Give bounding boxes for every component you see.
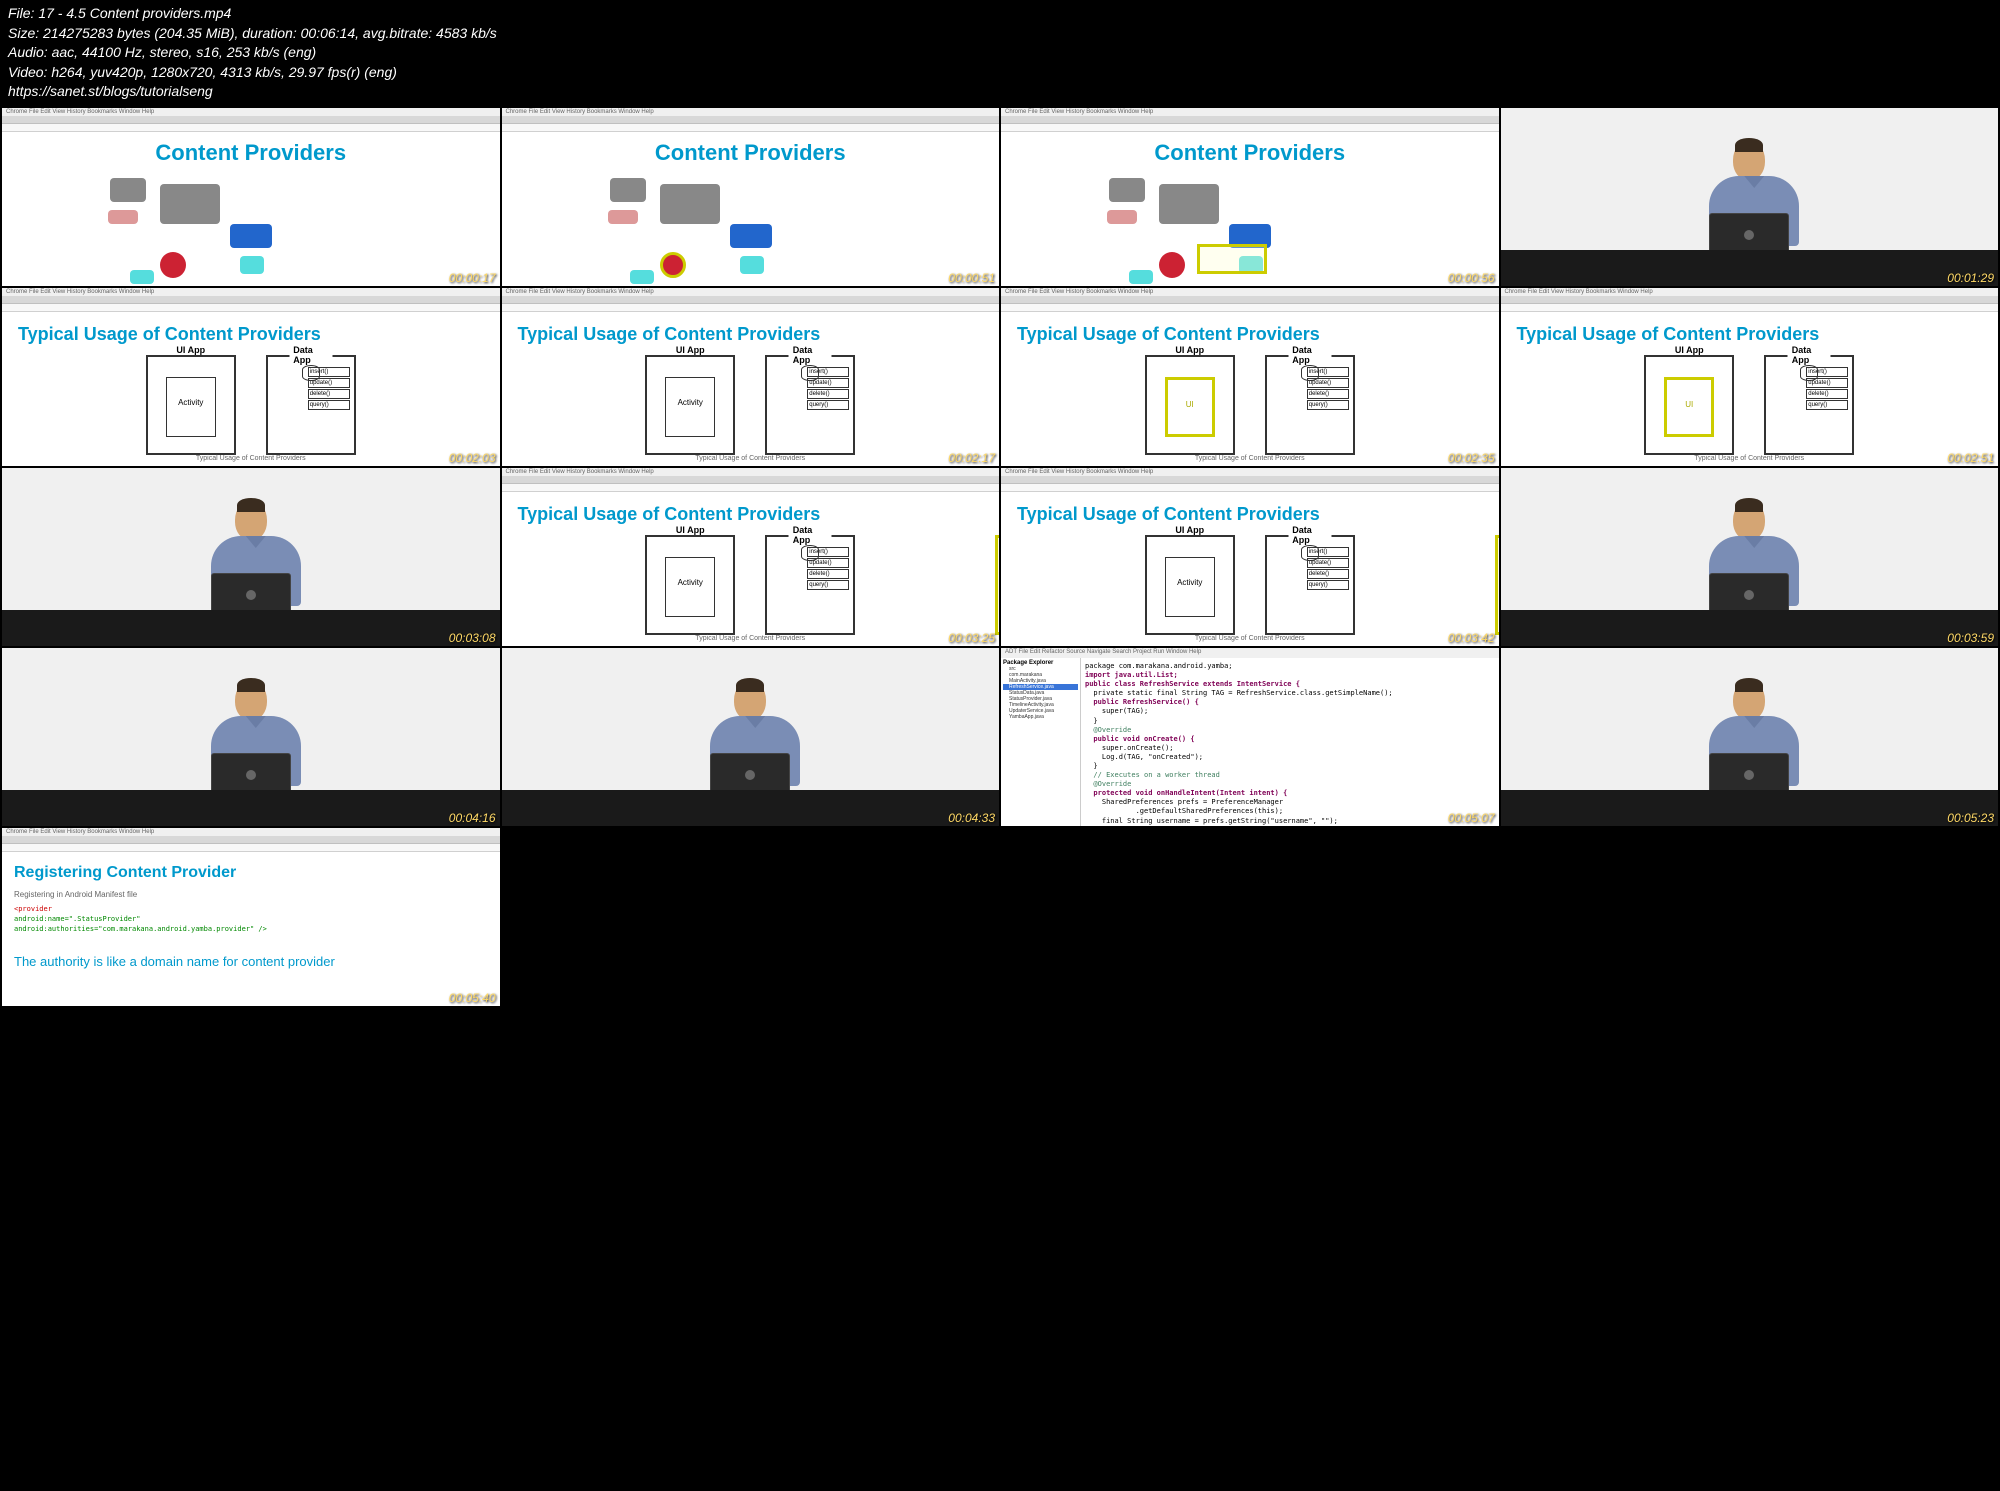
browser-chrome: Chrome File Edit View History Bookmarks … (502, 108, 1000, 132)
address-bar (2, 124, 500, 132)
thumbnail-14: 00:04:33 (502, 648, 1000, 826)
browser-chrome: Chrome File Edit View History Bookmarks … (2, 108, 500, 132)
code-line: super.onCreate(); (1085, 744, 1495, 753)
meta-audio: Audio: aac, 44100 Hz, stereo, s16, 253 k… (8, 43, 1992, 63)
code-line: Log.d(TAG, "onCreated"); (1085, 753, 1495, 762)
thumbnail-11: Chrome File Edit View History Bookmarks … (1001, 468, 1499, 646)
code-line: public void onCreate() { (1085, 735, 1495, 744)
code-line: } (1085, 762, 1495, 771)
thumbnail-6: Chrome File Edit View History Bookmarks … (502, 288, 1000, 466)
thumbnail-16: 00:05:23 (1501, 648, 1999, 826)
code-line: import java.util.List; (1085, 671, 1495, 680)
annotation-highlight (1197, 244, 1267, 274)
meta-video: Video: h264, yuv420p, 1280x720, 4313 kb/… (8, 63, 1992, 83)
code-line: .getDefaultSharedPreferences(this); (1085, 807, 1495, 816)
timestamp: 00:00:56 (1448, 271, 1495, 285)
thumbnail-grid: Chrome File Edit View History Bookmarks … (0, 106, 2000, 1008)
thumbnail-7: Chrome File Edit View History Bookmarks … (1001, 288, 1499, 466)
slide-content: Content Providers (2, 132, 500, 286)
code-line: @Override (1085, 780, 1495, 789)
code-line: @Override (1085, 726, 1495, 735)
authority-note: The authority is like a domain name for … (14, 954, 488, 969)
ide-window: Package Explorer srccom.marakanaMainActi… (1001, 658, 1499, 826)
annotation-box (995, 535, 999, 635)
architecture-diagram (30, 174, 472, 284)
code-line: super(TAG); (1085, 707, 1495, 716)
thumbnail-17: Chrome File Edit View History Bookmarks … (2, 828, 500, 1006)
thumbnail-3: Chrome File Edit View History Bookmarks … (1001, 108, 1499, 286)
menu-bar: Chrome File Edit View History Bookmarks … (2, 108, 500, 116)
code-editor: package com.marakana.android.yamba;impor… (1081, 658, 1499, 826)
meta-file: File: 17 - 4.5 Content providers.mp4 (8, 4, 1992, 24)
thumbnail-15: ADT File Edit Refactor Source Navigate S… (1001, 648, 1499, 826)
thumbnail-10: Chrome File Edit View History Bookmarks … (502, 468, 1000, 646)
code-line: // Executes on a worker thread (1085, 771, 1495, 780)
thumbnail-9: 00:03:08 (2, 468, 500, 646)
code-line: public RefreshService() { (1085, 698, 1495, 707)
code-line: } (1085, 717, 1495, 726)
code-line: final String username = prefs.getString(… (1085, 817, 1495, 826)
meta-url: https://sanet.st/blogs/tutorialseng (8, 82, 1992, 102)
thumbnail-13: 00:04:16 (2, 648, 500, 826)
thumbnail-12: 00:03:59 (1501, 468, 1999, 646)
registering-slide: Registering Content Provider Registering… (2, 852, 500, 981)
timestamp: 00:00:51 (948, 271, 995, 285)
meta-size: Size: 214275283 bytes (204.35 MiB), dura… (8, 24, 1992, 44)
db-icon (302, 365, 320, 381)
thumbnail-8: Chrome File Edit View History Bookmarks … (1501, 288, 1999, 466)
timestamp: 00:01:29 (1947, 271, 1994, 285)
presenter-video (1501, 108, 1999, 286)
thumbnail-1: Chrome File Edit View History Bookmarks … (2, 108, 500, 286)
package-explorer: Package Explorer srccom.marakanaMainActi… (1001, 658, 1081, 826)
timestamp: 00:00:17 (449, 271, 496, 285)
slide-title: Content Providers (10, 140, 492, 166)
code-line: package com.marakana.android.yamba; (1085, 662, 1495, 671)
code-line: SharedPreferences prefs = PreferenceMana… (1085, 798, 1495, 807)
code-line: private static final String TAG = Refres… (1085, 689, 1495, 698)
code-line: protected void onHandleIntent(Intent int… (1085, 789, 1495, 798)
thumbnail-5: Chrome File Edit View History Bookmarks … (2, 288, 500, 466)
ide-file-item: YambaApp.java (1003, 714, 1078, 720)
ide-menu: ADT File Edit Refactor Source Navigate S… (1001, 648, 1499, 658)
file-metadata: File: 17 - 4.5 Content providers.mp4 Siz… (0, 0, 2000, 106)
thumbnail-4: 00:01:29 (1501, 108, 1999, 286)
tab-bar (2, 116, 500, 124)
thumbnail-2: Chrome File Edit View History Bookmarks … (502, 108, 1000, 286)
code-line: public class RefreshService extends Inte… (1085, 680, 1495, 689)
usage-diagram: UI App Activity Data App insert()update(… (10, 355, 492, 455)
